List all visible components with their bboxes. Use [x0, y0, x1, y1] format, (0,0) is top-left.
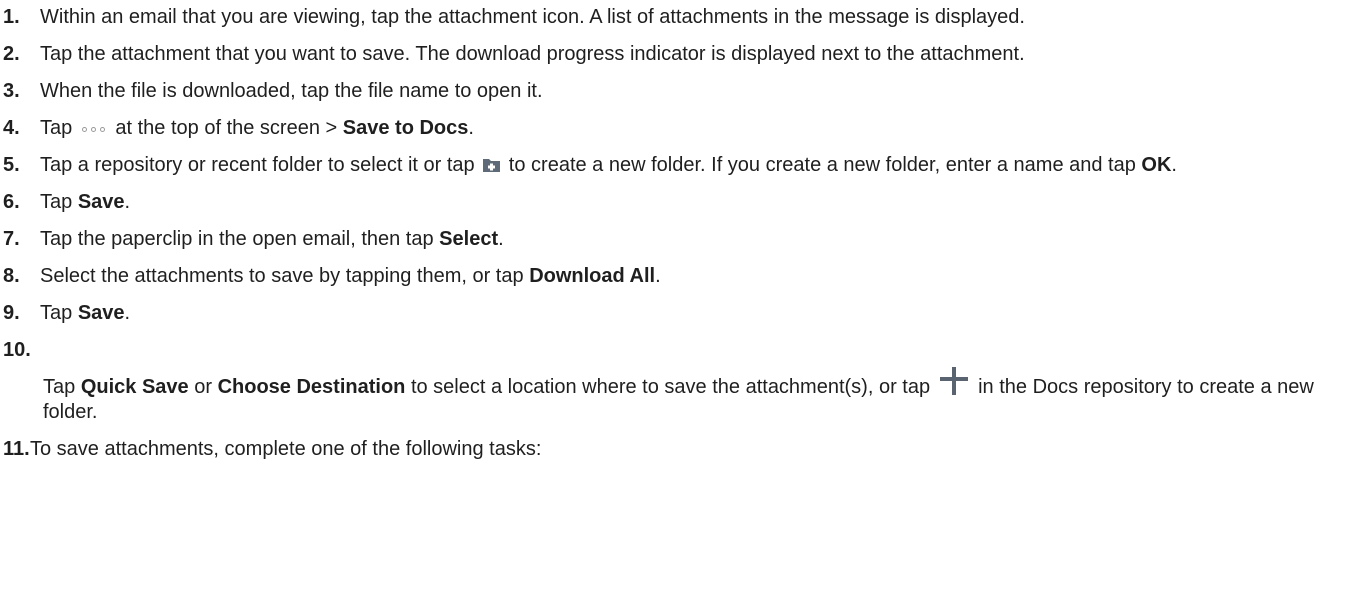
- step-number: 1.: [3, 6, 20, 28]
- list-item: 6. Tap Save.: [0, 190, 1348, 215]
- step-text: Select the attachments to save by tappin…: [40, 264, 1348, 289]
- more-dots-icon: [81, 124, 107, 134]
- choose-destination-label: Choose Destination: [217, 376, 406, 398]
- step-text: Within an email that you are viewing, ta…: [40, 6, 1025, 28]
- list-item: 10. Tap Quick Save or Choose Destination…: [0, 338, 1348, 425]
- step-text-end: .: [124, 302, 131, 324]
- step-text-pre: Tap: [40, 191, 73, 213]
- step-number: 6.: [3, 191, 20, 213]
- step-text-post: to select a location where to save the a…: [410, 376, 931, 398]
- step-text-post: at the top of the screen >: [115, 117, 338, 139]
- download-all-label: Download All: [529, 265, 656, 287]
- step-number: 10.: [3, 339, 31, 361]
- list-item: 7. Tap the paperclip in the open email, …: [0, 227, 1348, 252]
- step-number: 9.: [3, 302, 20, 324]
- step-text: To save attachments, complete one of the…: [30, 438, 542, 460]
- list-item: 5. Tap a repository or recent folder to …: [0, 153, 1348, 178]
- step-text: Tap at the top of the screen > Save to D…: [40, 116, 1348, 141]
- step-text: Tap a repository or recent folder to sel…: [40, 153, 1348, 178]
- ok-label: OK: [1141, 154, 1172, 176]
- step-text-mid: or: [194, 376, 213, 398]
- step-number: 3.: [3, 80, 20, 102]
- plus-icon: [940, 367, 969, 395]
- select-label: Select: [439, 228, 499, 250]
- step-text-pre: Tap: [40, 117, 73, 139]
- instruction-list: 1. Within an email that you are viewing,…: [0, 0, 1348, 462]
- step-text: When the file is downloaded, tap the fil…: [40, 80, 543, 102]
- step-text-pre: Tap the paperclip in the open email, the…: [40, 228, 434, 250]
- step-number: 4.: [3, 117, 20, 139]
- step-number: 11.: [3, 438, 30, 460]
- step-text: Tap the attachment that you want to save…: [40, 43, 1025, 65]
- step-text: Tap the paperclip in the open email, the…: [40, 227, 1348, 252]
- step-text-end: .: [1171, 154, 1177, 176]
- step-text: Tap Save.: [40, 190, 1348, 215]
- step-text-end: .: [468, 117, 474, 139]
- step-number: 8.: [3, 265, 20, 287]
- step-text-pre: Select the attachments to save by tappin…: [40, 265, 524, 287]
- step-text-pre: Tap a repository or recent folder to sel…: [40, 154, 475, 176]
- step-text-pre: Tap: [43, 376, 76, 398]
- list-item: 3. When the file is downloaded, tap the …: [0, 79, 1348, 104]
- list-item: 2. Tap the attachment that you want to s…: [0, 42, 1348, 67]
- new-folder-icon: [483, 159, 501, 172]
- step-text-end: .: [498, 228, 504, 250]
- quick-save-label: Quick Save: [80, 376, 189, 398]
- step-number: 5.: [3, 154, 20, 176]
- step-text-pre: Tap: [40, 302, 73, 324]
- list-item: 11. To save attachments, complete one of…: [0, 437, 1348, 462]
- step-text-end: .: [124, 191, 131, 213]
- list-item: 9. Tap Save.: [0, 301, 1348, 326]
- save-to-docs-label: Save to Docs: [342, 117, 469, 139]
- save-label: Save: [77, 191, 125, 213]
- list-item: 4. Tap at the top of the screen > Save t…: [0, 116, 1348, 141]
- list-item: 8. Select the attachments to save by tap…: [0, 264, 1348, 289]
- step-text: Tap Save.: [40, 301, 1348, 326]
- step-text-end: .: [655, 265, 661, 287]
- save-label: Save: [77, 302, 125, 324]
- step-text: Tap Quick Save or Choose Destination to …: [0, 365, 1348, 425]
- step-text-post: to create a new folder. If you create a …: [508, 154, 1136, 176]
- step-number: 7.: [3, 228, 20, 250]
- step-number: 2.: [3, 43, 20, 65]
- list-item: 1. Within an email that you are viewing,…: [0, 5, 1348, 30]
